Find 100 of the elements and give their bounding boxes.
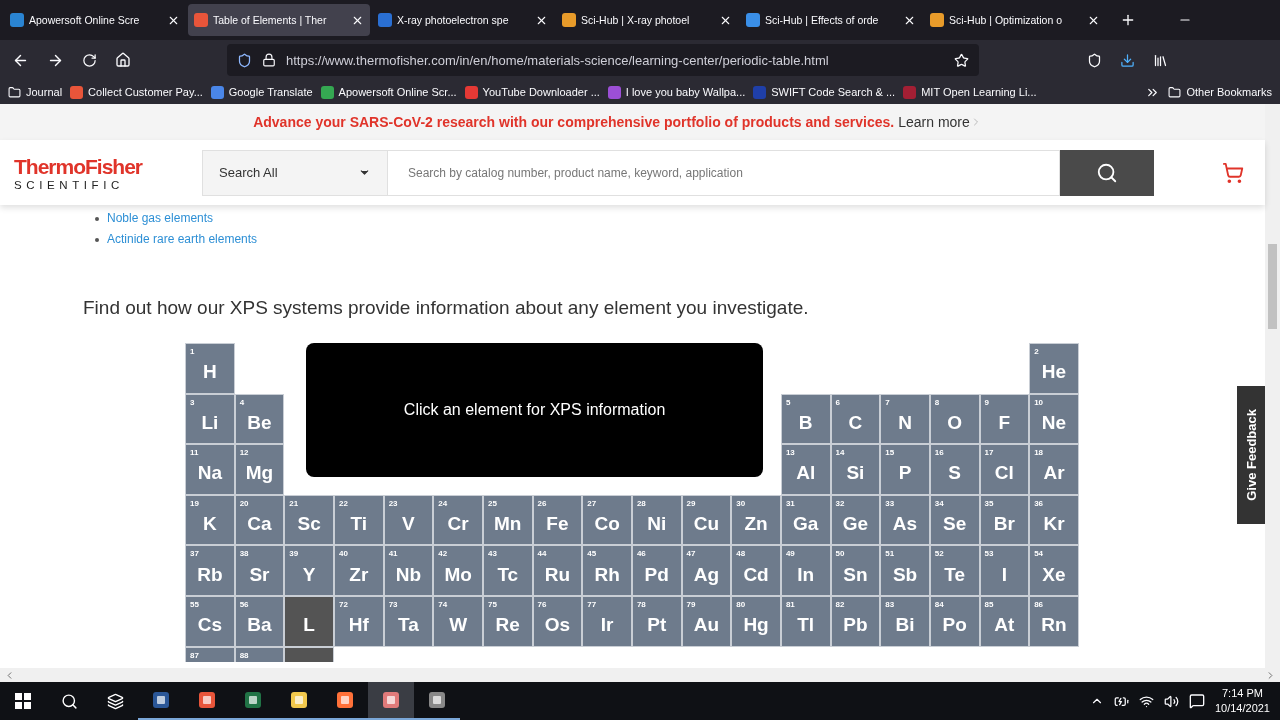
element-cell[interactable]: 2 He [1029,343,1079,394]
element-cell[interactable]: 40 Zr [333,545,384,596]
element-cell[interactable]: 6 C [830,393,881,445]
element-cell[interactable]: 12 Mg [234,444,285,495]
element-cell[interactable]: 34 Se [929,494,980,546]
bookmark[interactable]: SWIFT Code Search & ... [753,85,896,99]
element-cell[interactable]: 27 Co [582,494,632,546]
element-cell[interactable]: 77 Ir [582,595,632,647]
element-cell[interactable]: 3 Li [185,393,235,445]
element-cell[interactable]: 33 As [880,494,930,546]
browser-tab[interactable]: Sci-Hub | Optimization o [924,4,1106,36]
library-icon[interactable] [1153,52,1168,68]
element-cell[interactable]: 49 In [780,545,831,596]
browser-tab[interactable]: Apowersoft Online Scre [4,4,186,36]
element-cell[interactable]: 76 Os [532,595,583,647]
element-cell[interactable]: 41 Nb [383,545,434,596]
element-cell[interactable]: 19 K [185,494,235,546]
series-cell[interactable]: L [284,595,334,647]
element-cell[interactable]: 56 Ba [234,595,285,647]
element-cell[interactable]: 54 Xe [1029,545,1079,596]
element-cell[interactable]: 85 At [979,595,1030,647]
learn-more-link[interactable]: Learn more [898,114,982,130]
bookmark[interactable]: Google Translate [210,85,313,99]
bookmark[interactable]: Other Bookmarks [1168,85,1272,99]
notification-icon[interactable] [1188,693,1205,709]
taskbar-app[interactable] [368,682,414,720]
cart-icon[interactable] [1222,161,1244,184]
bookmark[interactable]: Journal [8,85,63,99]
volume-icon[interactable] [1163,693,1179,709]
element-cell[interactable]: 73 Ta [383,595,434,647]
element-cell[interactable]: 32 Ge [830,494,881,546]
element-cell[interactable]: 72 Hf [333,595,384,647]
element-cell[interactable]: 8 O [929,393,980,445]
bookmark[interactable]: YouTube Downloader ... [464,85,600,99]
element-cell[interactable]: 30 Zn [731,494,781,546]
element-cell[interactable]: 17 Cl [979,444,1030,495]
element-cell[interactable]: 25 Mn [482,494,533,546]
element-cell[interactable]: 20 Ca [234,494,285,546]
element-cell[interactable]: 55 Cs [185,595,235,647]
element-group-link[interactable]: Actinide rare earth elements [107,232,258,247]
element-cell[interactable]: 44 Ru [532,545,583,596]
address-bar[interactable]: https://www.thermofisher.com/in/en/home/materials-science/learning-center/periodic-table.html [227,44,979,76]
browser-tab[interactable]: Sci-Hub | Effects of orde [740,4,922,36]
element-cell[interactable]: 9 F [979,393,1030,445]
element-cell[interactable]: 86 Rn [1029,595,1079,647]
element-cell[interactable]: 45 Rh [582,545,632,596]
element-cell[interactable]: 78 Pt [631,595,682,647]
element-cell[interactable]: 80 Hg [731,595,781,647]
new-tab-icon[interactable] [1120,12,1136,28]
element-cell[interactable]: 82 Pb [830,595,881,647]
element-cell[interactable]: 29 Cu [681,494,732,546]
element-cell[interactable]: 24 Cr [433,494,483,546]
element-cell[interactable]: 7 N [880,393,930,445]
element-cell[interactable]: 31 Ga [780,494,831,546]
reload-icon[interactable] [82,52,97,68]
search-field[interactable]: Search by catalog number, product name, keyword, application [388,149,1060,196]
bookmark[interactable]: MIT Open Learning Li... [903,85,1037,99]
browser-tab[interactable]: X-ray photoelectron spe [372,4,554,36]
element-cell[interactable]: 26 Fe [532,494,583,546]
element-cell[interactable]: 74 W [433,595,483,647]
vertical-scrollbar[interactable] [1265,104,1280,668]
element-cell[interactable]: 18 Ar [1029,444,1079,495]
element-cell[interactable]: 23 V [383,494,434,546]
bookmark[interactable]: Apowersoft Online Scr... [320,85,457,99]
search-scope-dropdown[interactable]: Search All [202,149,388,196]
home-icon[interactable] [115,52,131,68]
element-cell[interactable]: 36 Kr [1029,494,1079,546]
element-cell[interactable]: 10 Ne [1029,393,1079,445]
element-cell[interactable]: 81 Tl [780,595,831,647]
element-group-link[interactable]: Noble gas elements [107,211,214,226]
element-cell[interactable]: 83 Bi [880,595,930,647]
element-cell[interactable]: 1 H [185,343,235,394]
element-cell[interactable]: 79 Au [681,595,732,647]
star-icon[interactable] [954,52,969,68]
search-button[interactable] [1060,149,1154,196]
wifi-icon[interactable] [1138,693,1154,709]
download-icon[interactable] [1120,52,1135,68]
element-cell[interactable]: 4 Be [234,393,285,445]
element-cell[interactable]: 47 Ag [681,545,732,596]
element-cell[interactable]: 5 B [780,393,831,445]
element-cell[interactable]: 11 Na [185,444,235,495]
element-cell[interactable]: 51 Sb [880,545,930,596]
element-cell[interactable]: 21 Sc [284,494,334,546]
element-cell[interactable]: 13 Al [780,444,831,495]
element-cell[interactable]: 35 Br [979,494,1030,546]
element-cell[interactable]: 43 Tc [482,545,533,596]
browser-tab[interactable]: Table of Elements | Ther [188,4,370,36]
element-cell[interactable]: 84 Po [929,595,980,647]
element-cell[interactable]: 28 Ni [631,494,682,546]
element-cell[interactable]: 50 Sn [830,545,881,596]
element-cell[interactable]: 22 Ti [333,494,384,546]
element-cell[interactable]: 14 Si [830,444,881,495]
element-cell[interactable]: 46 Pd [631,545,682,596]
element-cell[interactable]: 52 Te [929,545,980,596]
browser-tab[interactable]: Sci-Hub | X-ray photoel [556,4,738,36]
bookmark[interactable]: Collect Customer Pay... [70,85,203,99]
feedback-tab[interactable]: Give Feedback [1237,386,1265,524]
element-cell[interactable]: 48 Cd [731,545,781,596]
element-cell[interactable]: 53 I [979,545,1030,596]
element-cell[interactable]: 75 Re [482,595,533,647]
